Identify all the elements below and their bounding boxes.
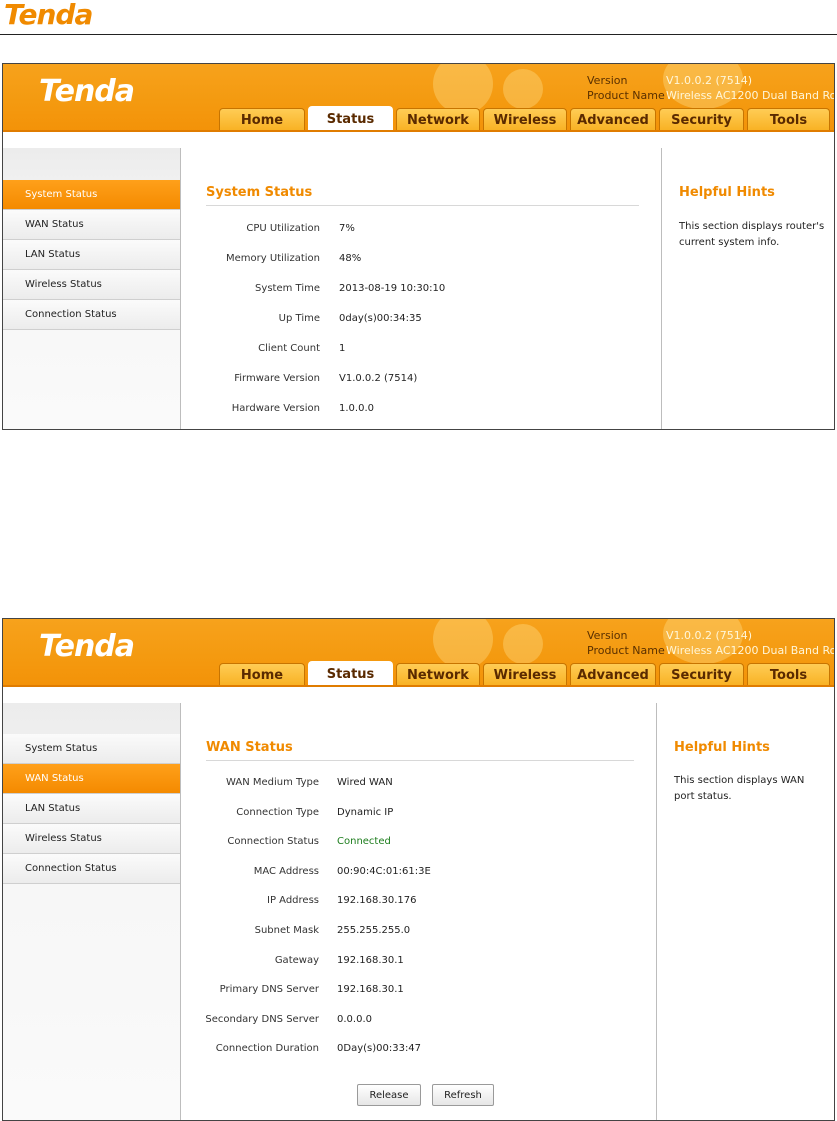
field-label: Client Count <box>258 343 320 354</box>
sidebar-item-wireless-status[interactable]: Wireless Status <box>3 270 180 300</box>
document-header: Tenda <box>0 0 837 36</box>
tab-status[interactable]: Status <box>308 661 393 687</box>
field-label: Secondary DNS Server <box>205 1013 319 1025</box>
tab-tools[interactable]: Tools <box>747 663 830 687</box>
sidebar-item-system-status[interactable]: System Status <box>3 180 180 210</box>
product-name-value: Wireless AC1200 Dual Band Router <box>666 644 834 657</box>
brand-logo: Tenda <box>39 629 135 664</box>
tab-tools[interactable]: Tools <box>747 108 830 132</box>
field-label: MAC Address <box>253 865 319 877</box>
sidebar-item-lan-status[interactable]: LAN Status <box>3 240 180 270</box>
top-banner: Tenda Version V1.0.0.2 (7514) Product Nam… <box>3 619 834 687</box>
field-value: 0day(s)00:34:35 <box>339 313 422 324</box>
hints-divider <box>661 148 662 429</box>
field-label: Connection Status <box>227 836 319 848</box>
field-label: IP Address <box>267 895 319 907</box>
field-value: 192.168.30.1 <box>337 984 404 996</box>
tab-network[interactable]: Network <box>396 663 480 687</box>
tab-wireless[interactable]: Wireless <box>483 108 567 132</box>
banner-decoration <box>503 624 543 664</box>
main-tabs: Home Status Network Wireless Advanced Se… <box>219 106 830 132</box>
field-label: CPU Utilization <box>246 223 320 234</box>
device-info: Version V1.0.0.2 (7514) Product Name Wirel… <box>587 73 834 103</box>
field-value: 1 <box>339 343 346 354</box>
field-label: System Time <box>255 283 320 294</box>
field-label: Hardware Version <box>231 403 320 414</box>
field-value: 48% <box>339 253 362 264</box>
section-title: System Status <box>206 185 313 200</box>
field-value: 2013-08-19 10:30:10 <box>339 283 446 294</box>
field-label: Connection Duration <box>215 1043 319 1055</box>
hints-text: This section displays WAN port status. <box>674 775 805 802</box>
version-value: V1.0.0.2 (7514) <box>666 74 753 87</box>
tab-home[interactable]: Home <box>219 663 305 687</box>
sidebar-item-lan-status[interactable]: LAN Status <box>3 794 180 824</box>
field-label: Firmware Version <box>234 373 320 384</box>
sidebar-item-wan-status[interactable]: WAN Status <box>3 764 180 794</box>
field-label: Memory Utilization <box>226 253 320 264</box>
sidebar-item-connection-status[interactable]: Connection Status <box>3 854 180 884</box>
hints-text: This section displays router's current s… <box>679 221 825 248</box>
sidebar-item-system-status[interactable]: System Status <box>3 734 180 764</box>
field-label: Connection Type <box>236 806 319 818</box>
system-status-screenshot: Tenda Version V1.0.0.2 (7514) Product Nam… <box>2 63 835 430</box>
field-value: 1.0.0.0 <box>339 403 374 414</box>
version-label: Version <box>587 629 628 642</box>
tab-advanced[interactable]: Advanced <box>570 108 656 132</box>
version-value: V1.0.0.2 (7514) <box>666 629 753 642</box>
tab-home[interactable]: Home <box>219 108 305 132</box>
field-value: 7% <box>339 223 355 234</box>
sidebar-divider <box>180 148 181 429</box>
banner-decoration <box>503 69 543 109</box>
top-banner: Tenda Version V1.0.0.2 (7514) Product Nam… <box>3 64 834 132</box>
product-name-label: Product Name <box>587 89 665 102</box>
field-value: Wired WAN <box>337 777 393 788</box>
tab-security[interactable]: Security <box>659 663 744 687</box>
main-tabs: Home Status Network Wireless Advanced Se… <box>219 661 830 687</box>
tab-security[interactable]: Security <box>659 108 744 132</box>
version-label: Version <box>587 74 628 87</box>
field-label: Gateway <box>274 954 319 966</box>
wan-status-screenshot: Tenda Version V1.0.0.2 (7514) Product Nam… <box>2 618 835 1121</box>
field-value: V1.0.0.2 (7514) <box>339 373 418 384</box>
hints-divider <box>656 703 657 1120</box>
brand-logo: Tenda <box>39 74 135 109</box>
tab-network[interactable]: Network <box>396 108 480 132</box>
field-value: 00:90:4C:01:61:3E <box>337 865 431 877</box>
refresh-button[interactable]: Refresh <box>432 1084 494 1106</box>
product-name-label: Product Name <box>587 644 665 657</box>
field-label: WAN Medium Type <box>226 777 319 788</box>
tab-advanced[interactable]: Advanced <box>570 663 656 687</box>
tab-status[interactable]: Status <box>308 106 393 132</box>
device-info: Version V1.0.0.2 (7514) Product Name Wirel… <box>587 628 834 658</box>
field-value: 192.168.30.176 <box>337 895 417 907</box>
product-name-value: Wireless AC1200 Dual Band Router <box>666 89 834 102</box>
sidebar-item-connection-status[interactable]: Connection Status <box>3 300 180 330</box>
section-rule <box>206 205 639 206</box>
sidebar-item-wan-status[interactable]: WAN Status <box>3 210 180 240</box>
sidebar-divider <box>180 703 181 1120</box>
sidebar-item-wireless-status[interactable]: Wireless Status <box>3 824 180 854</box>
sidebar: System Status WAN Status LAN Status Wire… <box>3 148 180 429</box>
section-title: WAN Status <box>206 740 293 755</box>
field-value: 0Day(s)00:33:47 <box>337 1043 422 1055</box>
release-button[interactable]: Release <box>357 1084 421 1106</box>
field-value: Dynamic IP <box>337 806 394 818</box>
sidebar: System Status WAN Status LAN Status Wire… <box>3 703 180 1120</box>
field-value: 255.255.255.0 <box>337 925 411 936</box>
section-rule <box>206 760 634 761</box>
field-label: Up Time <box>278 313 320 324</box>
field-value: 0.0.0.0 <box>337 1013 372 1025</box>
field-label: Subnet Mask <box>254 925 319 936</box>
status-value: Connected <box>337 836 391 848</box>
hints-title: Helpful Hints <box>679 185 775 200</box>
hints-title: Helpful Hints <box>674 740 770 755</box>
tab-wireless[interactable]: Wireless <box>483 663 567 687</box>
header-rule <box>0 34 837 35</box>
field-value: 192.168.30.1 <box>337 954 404 966</box>
tenda-logo: Tenda <box>4 0 93 31</box>
field-label: Primary DNS Server <box>219 984 319 996</box>
